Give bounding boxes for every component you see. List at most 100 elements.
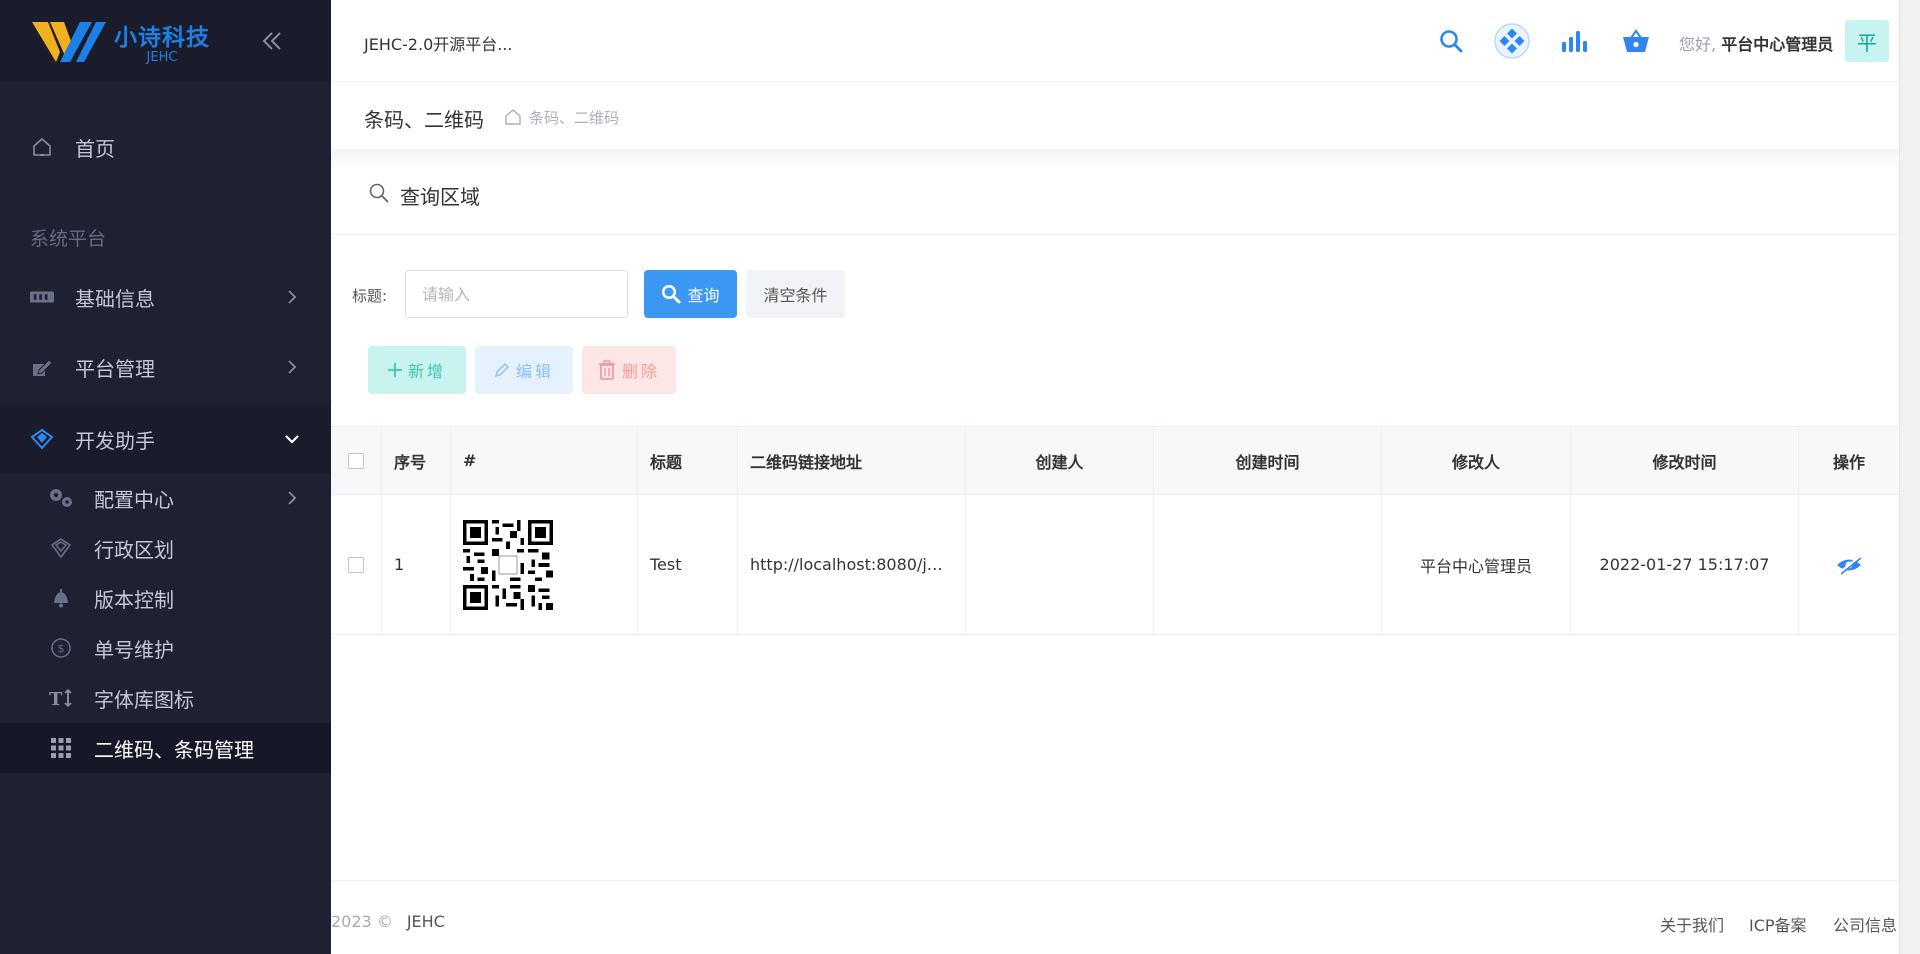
sidebar: 小诗科技 JEHC 首页 系统平台 基础信息 平台管理 开发助手 配置中心 行政…: [0, 0, 331, 954]
bell-icon: [48, 586, 74, 610]
svg-text:$: $: [58, 642, 65, 655]
edit-box-icon: [30, 355, 54, 379]
brand-name: 小诗科技: [114, 24, 210, 51]
column-header: 修改时间: [1571, 427, 1799, 494]
sidebar-item-dev-assistant[interactable]: 开发助手: [0, 414, 331, 464]
sidebar-subitem-fonts[interactable]: T 字体库图标: [0, 673, 331, 723]
column-header: 二维码链接地址: [738, 427, 966, 494]
svg-text:T: T: [49, 689, 63, 709]
sidebar-item-label: 字体库图标: [94, 687, 194, 712]
footer-link-company[interactable]: 公司信息: [1833, 912, 1897, 936]
query-panel-header: 查询区域: [331, 160, 1899, 235]
search-icon: [662, 284, 681, 304]
search-icon: [1440, 30, 1463, 53]
stats-button[interactable]: [1555, 22, 1593, 60]
add-button[interactable]: 新增: [368, 346, 466, 394]
sidebar-item-label: 基础信息: [75, 286, 155, 311]
brand-logo-icon: [32, 22, 106, 62]
chevron-right-icon: [288, 290, 297, 304]
sidebar-subitem-config[interactable]: 配置中心: [0, 473, 331, 523]
page-title: 条码、二维码: [364, 108, 484, 132]
clear-conditions-button[interactable]: 清空条件: [746, 270, 845, 318]
sidebar-subitem-version[interactable]: 版本控制: [0, 573, 331, 623]
row-creator: [966, 495, 1154, 634]
select-all-checkbox[interactable]: [348, 452, 364, 469]
plus-icon: [387, 363, 402, 377]
query-title: 查询区域: [400, 185, 480, 209]
user-name: 平台中心管理员: [1721, 35, 1834, 54]
edit-button[interactable]: 编辑: [475, 346, 573, 394]
breadcrumb[interactable]: 条码、二维码: [529, 107, 619, 128]
column-header: 标题: [638, 427, 738, 494]
sidebar-item-label: 配置中心: [94, 487, 174, 512]
sidebar-item-label: 版本控制: [94, 587, 174, 612]
search-button[interactable]: [1432, 22, 1470, 60]
search-submit-button[interactable]: 查询: [644, 270, 737, 318]
diamond-icon: [30, 427, 54, 451]
sidebar-item-basic-info[interactable]: 基础信息: [0, 272, 331, 322]
sidebar-item-label: 首页: [75, 136, 115, 161]
table-row[interactable]: 1 Test http://localhost:8080/jehc... 平台中…: [331, 495, 1899, 635]
sidebar-item-label: 单号维护: [94, 637, 174, 662]
collapse-sidebar-icon[interactable]: [258, 27, 286, 55]
sidebar-item-label: 行政区划: [94, 537, 174, 562]
column-header: 创建时间: [1154, 427, 1382, 494]
chevron-down-icon: [285, 435, 299, 444]
sidebar-item-label: 开发助手: [75, 428, 155, 453]
header-title: JEHC-2.0开源平台...: [364, 35, 513, 54]
home-icon: [30, 135, 54, 159]
home-icon[interactable]: [504, 108, 522, 126]
basket-icon: [1623, 29, 1649, 52]
table-header: 序号 # 标题 二维码链接地址 创建人 创建时间 修改人 修改时间 操作: [331, 427, 1899, 495]
breadcrumb-bar: 条码、二维码 条码、二维码: [331, 83, 1899, 149]
sidebar-subitem-qrcode[interactable]: 二维码、条码管理: [0, 723, 331, 773]
footer-link-about[interactable]: 关于我们: [1660, 912, 1724, 936]
row-index: 1: [382, 495, 451, 634]
sidebar-item-platform[interactable]: 平台管理: [0, 342, 331, 392]
apps-icon: [1494, 23, 1530, 59]
greeting: 您好, 平台中心管理员: [1679, 35, 1834, 54]
copyright: 2023 © JEHC: [331, 912, 445, 931]
chevron-right-icon: [288, 491, 297, 505]
grid-icon: [48, 736, 74, 760]
row-checkbox[interactable]: [348, 556, 364, 573]
brand: 小诗科技 JEHC: [0, 0, 331, 82]
data-table: 序号 # 标题 二维码链接地址 创建人 创建时间 修改人 修改时间 操作 1 T…: [331, 426, 1899, 635]
pencil-icon: [494, 362, 510, 378]
section-label: 系统平台: [30, 228, 107, 250]
sidebar-item-label: 二维码、条码管理: [94, 737, 254, 762]
row-modifier: 平台中心管理员: [1382, 495, 1571, 634]
row-created-time: [1154, 495, 1382, 634]
apps-button[interactable]: [1493, 22, 1531, 60]
title-field-label: 标题:: [352, 287, 388, 305]
search-icon: [369, 183, 389, 203]
scrollbar[interactable]: [1899, 0, 1920, 954]
chevron-right-icon: [288, 360, 297, 374]
gears-icon: [48, 486, 74, 510]
sidebar-subitem-number[interactable]: $ 单号维护: [0, 623, 331, 673]
column-header: 操作: [1832, 452, 1865, 472]
title-input[interactable]: [405, 270, 628, 318]
region-icon: [48, 536, 74, 560]
sidebar-item-home[interactable]: 首页: [0, 122, 331, 172]
bar-chart-icon: [1562, 31, 1587, 52]
top-header: JEHC-2.0开源平台... 您好, 平台中心管理员 平: [331, 0, 1899, 82]
avatar[interactable]: 平: [1845, 20, 1889, 62]
view-hidden-icon[interactable]: [1835, 554, 1863, 576]
column-header: #: [451, 427, 638, 494]
column-header: 修改人: [1382, 427, 1571, 494]
trash-icon: [598, 360, 615, 380]
delete-button[interactable]: 删除: [582, 346, 676, 394]
row-title: Test: [638, 495, 738, 634]
sidebar-item-label: 平台管理: [75, 356, 155, 381]
row-modified-time: 2022-01-27 15:17:07: [1571, 495, 1799, 634]
basket-button[interactable]: [1617, 22, 1655, 60]
coin-icon: $: [48, 636, 74, 660]
footer-link-icp[interactable]: ICP备案: [1749, 912, 1807, 936]
qr-code-image: [463, 519, 553, 610]
text-height-icon: T: [48, 686, 74, 710]
column-header: 创建人: [966, 427, 1154, 494]
row-url: http://localhost:8080/jehc...: [750, 555, 950, 574]
id-card-icon: [30, 285, 54, 309]
sidebar-subitem-region[interactable]: 行政区划: [0, 523, 331, 573]
